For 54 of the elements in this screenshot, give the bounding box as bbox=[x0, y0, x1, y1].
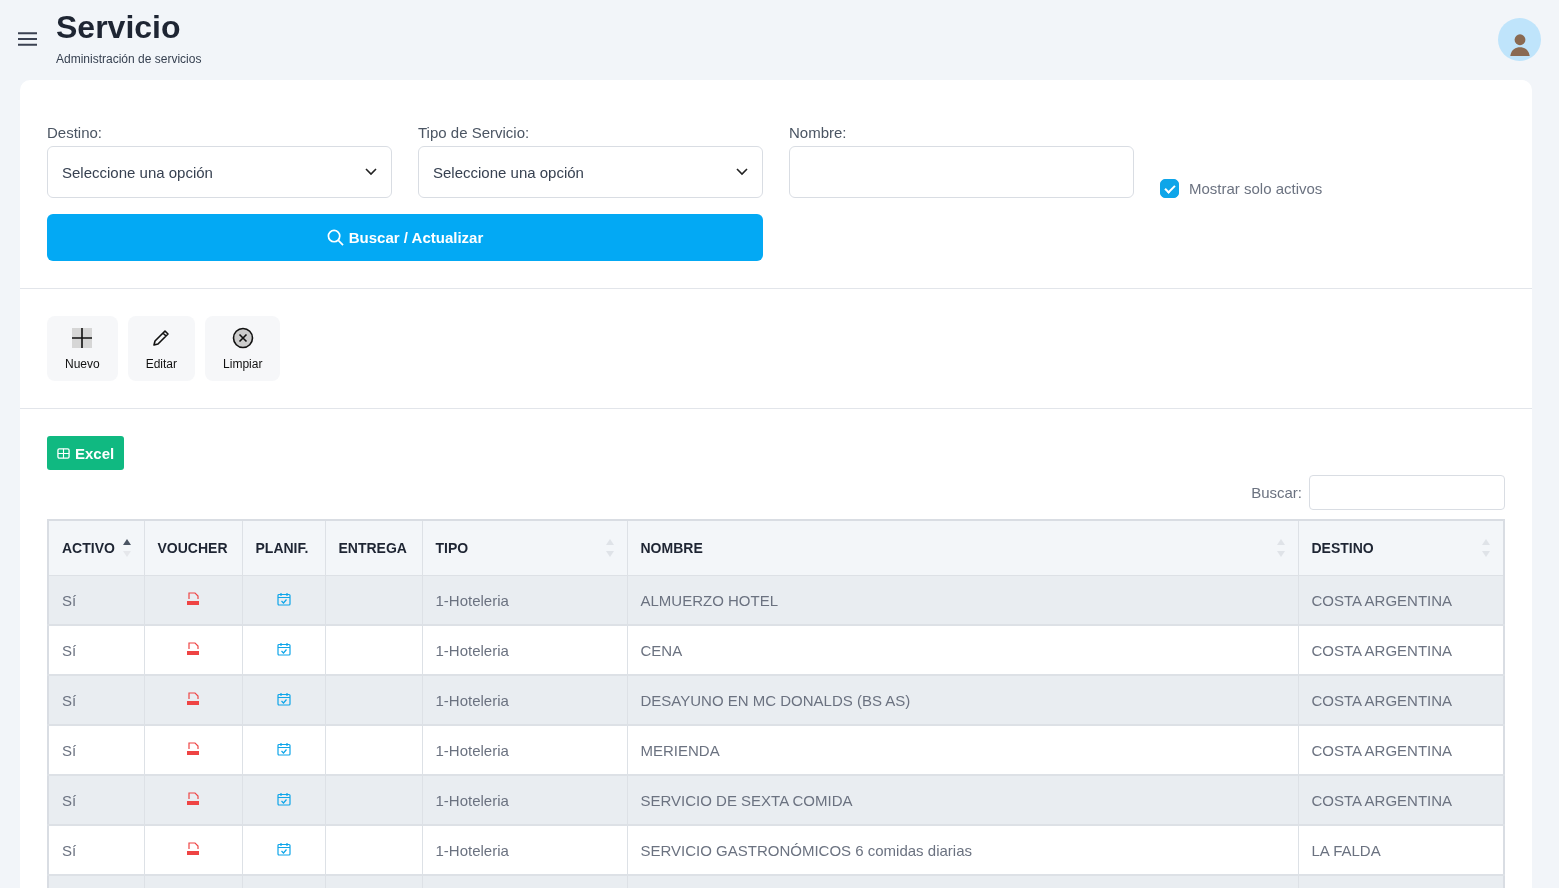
field-label: Tipo de Servicio: bbox=[418, 124, 531, 141]
column-header[interactable]: NOMBRE bbox=[627, 520, 1298, 576]
pdf-file-icon[interactable] bbox=[186, 841, 200, 856]
calendar-check-icon[interactable] bbox=[276, 841, 291, 856]
table-cell: Sí bbox=[48, 575, 144, 625]
table-cell: 1-Hoteleria bbox=[422, 775, 627, 825]
table-cell: ALMUERZO HOTEL bbox=[627, 575, 1298, 625]
search-field[interactable] bbox=[1309, 475, 1505, 510]
checkbox-label: Mostrar solo activos bbox=[1189, 180, 1323, 197]
table-cell: COSTA ARGENTINA bbox=[1298, 675, 1504, 725]
page-subtitle: Administración de servicios bbox=[56, 52, 202, 66]
table-cell: COSTA ARGENTINA bbox=[1298, 575, 1504, 625]
table-cell: DESAYUNO EN MC DONALDS (BS AS) bbox=[627, 675, 1298, 725]
calendar-check-icon[interactable] bbox=[276, 641, 291, 656]
page-title: Servicio bbox=[56, 8, 182, 46]
clear-button[interactable]: Limpiar bbox=[205, 316, 281, 381]
search-label: Buscar: bbox=[1251, 484, 1302, 501]
column-header[interactable]: ENTREGA bbox=[325, 520, 422, 576]
field-label: Destino: bbox=[47, 124, 104, 141]
plus-icon bbox=[71, 327, 94, 349]
select-field[interactable]: Seleccione una opción bbox=[47, 146, 392, 198]
add-button[interactable]: Nuevo bbox=[47, 316, 118, 381]
calendar-check-icon[interactable] bbox=[276, 741, 291, 756]
checkbox[interactable] bbox=[1160, 179, 1179, 198]
column-header[interactable]: ACTIVO bbox=[48, 520, 144, 576]
spreadsheet-icon bbox=[57, 446, 70, 460]
table-cell: Sí bbox=[48, 675, 144, 725]
name-input[interactable] bbox=[789, 146, 1134, 198]
table-cell: Sí bbox=[48, 775, 144, 825]
edit-button[interactable]: Editar bbox=[127, 316, 196, 381]
calendar-check-icon[interactable] bbox=[276, 591, 291, 606]
table-cell: 1-Hoteleria bbox=[422, 675, 627, 725]
calendar-check-icon[interactable] bbox=[276, 691, 291, 706]
pdf-file-icon[interactable] bbox=[186, 741, 200, 756]
column-header[interactable]: DESTINO bbox=[1298, 520, 1504, 576]
close-circle-icon bbox=[231, 327, 254, 349]
column-header[interactable]: TIPO bbox=[422, 520, 627, 576]
field-label: Nombre: bbox=[789, 124, 848, 141]
table-cell: COSTA ARGENTINA bbox=[1298, 775, 1504, 825]
menu-icon[interactable] bbox=[18, 32, 37, 46]
search-icon bbox=[326, 229, 344, 246]
select-field[interactable]: Seleccione una opción bbox=[418, 146, 763, 198]
pdf-file-icon[interactable] bbox=[186, 791, 200, 806]
column-header[interactable]: PLANIF. bbox=[242, 520, 325, 576]
pdf-file-icon[interactable] bbox=[186, 691, 200, 706]
chevron-down-icon bbox=[736, 168, 748, 176]
column-header[interactable]: VOUCHER bbox=[144, 520, 242, 576]
pdf-file-icon[interactable] bbox=[186, 591, 200, 606]
calendar-check-icon[interactable] bbox=[276, 791, 291, 806]
table-cell: 1-Hoteleria bbox=[422, 575, 627, 625]
chevron-down-icon bbox=[365, 168, 377, 176]
table-cell: SERVICIO DE SEXTA COMIDA bbox=[627, 775, 1298, 825]
pdf-file-icon[interactable] bbox=[186, 641, 200, 656]
avatar[interactable] bbox=[1498, 18, 1541, 61]
